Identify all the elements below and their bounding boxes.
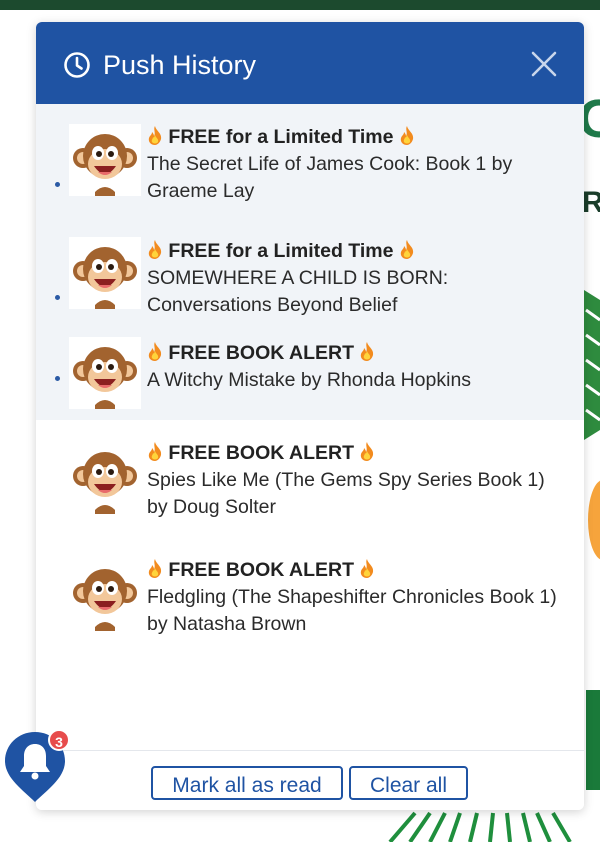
monkey-avatar-icon xyxy=(69,559,141,631)
background-orange-shape xyxy=(588,480,600,560)
notification-title: FREE BOOK ALERT xyxy=(168,559,355,581)
notification-text: FREE BOOK ALERT Spies Like Me (The Gems … xyxy=(147,440,557,521)
notification-title-row: FREE for a Limited Time xyxy=(147,124,557,151)
notification-body: A Witchy Mistake by Rhonda Hopkins xyxy=(147,369,472,391)
background-leaf-image xyxy=(584,290,600,440)
fire-icon xyxy=(148,240,162,259)
notification-list: FREE for a Limited Time The Secret Life … xyxy=(36,104,584,654)
fire-icon xyxy=(148,442,162,461)
notification-title: FREE BOOK ALERT xyxy=(168,342,355,364)
notification-text: FREE BOOK ALERT A Witchy Mistake by Rhon… xyxy=(147,340,557,394)
notification-title: FREE BOOK ALERT xyxy=(168,442,355,464)
notification-body: SOMEWHERE A CHILD IS BORN: Conversations… xyxy=(147,267,449,316)
fire-icon xyxy=(148,342,162,361)
monkey-avatar-icon xyxy=(69,237,141,309)
fire-icon xyxy=(361,342,374,361)
unread-dot xyxy=(55,295,60,300)
panel-footer: Mark all as read Clear all xyxy=(36,750,584,810)
notification-body: The Secret Life of James Cook: Book 1 by… xyxy=(147,153,513,202)
background-top-bar xyxy=(0,0,600,10)
notification-text: FREE for a Limited Time The Secret Life … xyxy=(147,124,557,205)
monkey-avatar-icon xyxy=(69,442,141,514)
close-icon[interactable] xyxy=(530,50,558,78)
notification-item[interactable]: FREE for a Limited Time The Secret Life … xyxy=(36,104,584,216)
notification-item[interactable]: FREE BOOK ALERT Fledgling (The Shapeshif… xyxy=(36,537,584,654)
mark-all-read-button[interactable]: Mark all as read xyxy=(151,766,343,800)
unread-dot xyxy=(55,182,60,187)
notification-count-badge: 3 xyxy=(48,729,70,751)
notification-item[interactable]: FREE BOOK ALERT A Witchy Mistake by Rhon… xyxy=(36,333,584,420)
background-leaf-image xyxy=(388,811,572,842)
push-history-panel: Push History FREE for a Limited Time The… xyxy=(36,22,584,810)
fire-icon xyxy=(148,559,162,578)
notification-title-row: FREE BOOK ALERT xyxy=(147,440,557,467)
notification-text: FREE for a Limited Time SOMEWHERE A CHIL… xyxy=(147,238,557,319)
background-green-shape xyxy=(586,690,600,790)
fire-icon xyxy=(400,240,413,259)
monkey-avatar-icon xyxy=(69,124,141,196)
fire-icon xyxy=(361,559,374,578)
notification-body: Spies Like Me (The Gems Spy Series Book … xyxy=(147,469,545,518)
notification-text: FREE BOOK ALERT Fledgling (The Shapeshif… xyxy=(147,557,557,638)
unread-dot xyxy=(55,376,60,381)
background-letter: R xyxy=(582,186,600,219)
notification-bell-button[interactable]: 3 xyxy=(3,728,70,804)
notification-title: FREE for a Limited Time xyxy=(168,240,394,262)
notification-item[interactable]: FREE for a Limited Time SOMEWHERE A CHIL… xyxy=(36,216,584,333)
fire-icon xyxy=(148,126,162,145)
notification-item[interactable]: FREE BOOK ALERT Spies Like Me (The Gems … xyxy=(36,420,584,537)
notification-title-row: FREE BOOK ALERT xyxy=(147,557,557,584)
clock-icon xyxy=(64,52,90,78)
panel-title: Push History xyxy=(103,50,257,80)
notification-title-row: FREE for a Limited Time xyxy=(147,238,557,265)
clear-all-button[interactable]: Clear all xyxy=(349,766,468,800)
monkey-avatar-icon xyxy=(69,337,141,409)
panel-header: Push History xyxy=(36,22,584,104)
notification-title: FREE for a Limited Time xyxy=(168,126,394,148)
fire-icon xyxy=(361,442,374,461)
fire-icon xyxy=(400,126,413,145)
notification-body: Fledgling (The Shapeshifter Chronicles B… xyxy=(147,586,557,635)
notification-title-row: FREE BOOK ALERT xyxy=(147,340,557,367)
